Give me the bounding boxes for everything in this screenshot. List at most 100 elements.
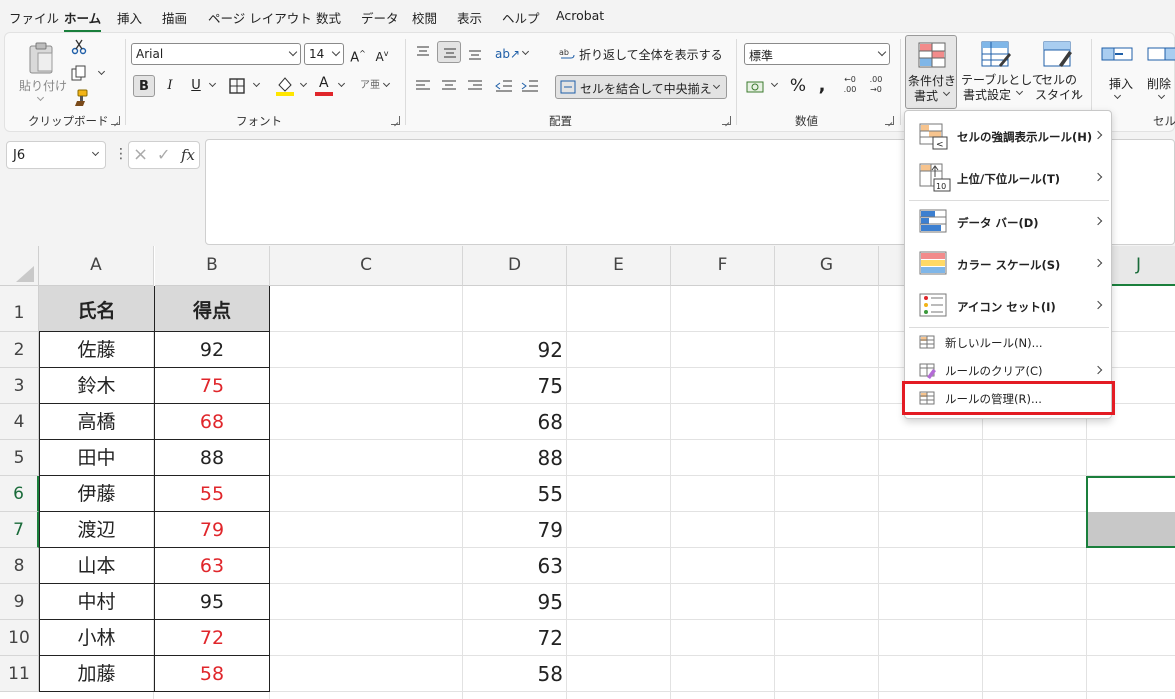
menu-item-icon-sets[interactable]: アイコン セット(I) — [905, 285, 1111, 327]
paste-button[interactable]: 貼り付け — [19, 39, 67, 109]
insert-cells-button[interactable]: 挿入 — [1099, 35, 1139, 109]
menu-item-data-bars[interactable]: データ バー(D) — [905, 201, 1111, 243]
cancel-icon[interactable]: × — [133, 144, 148, 165]
row-header[interactable]: 3 — [0, 368, 39, 404]
score-cell[interactable]: 63 — [155, 548, 270, 584]
name-cell[interactable]: 加藤 — [39, 656, 155, 692]
orientation-dropdown-icon[interactable] — [521, 47, 530, 56]
tab-review[interactable]: 校閲 — [412, 8, 437, 27]
number-launcher-icon[interactable] — [885, 116, 894, 125]
name-cell[interactable]: 渡辺 — [39, 512, 155, 548]
row-header[interactable]: 11 — [0, 656, 39, 692]
value-cell[interactable]: 63 — [463, 548, 563, 584]
increase-font-icon[interactable]: A^ — [347, 43, 369, 65]
row-header[interactable]: 2 — [0, 332, 39, 368]
tab-home[interactable]: ホーム — [64, 8, 102, 32]
score-cell[interactable]: 58 — [155, 656, 270, 692]
borders-dropdown-icon[interactable] — [252, 79, 261, 88]
conditional-formatting-button[interactable]: 条件付き 書式 — [905, 35, 957, 109]
decrease-font-icon[interactable]: Av — [371, 43, 393, 65]
decrease-decimal-icon[interactable]: .00 →0 — [865, 75, 887, 97]
row-header[interactable]: 7 — [0, 512, 39, 548]
comma-style-icon[interactable]: , — [811, 75, 833, 97]
column-header[interactable]: C — [270, 246, 463, 286]
italic-button[interactable]: I — [159, 75, 181, 97]
phonetic-icon[interactable]: ア亜 — [359, 75, 381, 97]
name-cell[interactable]: 小林 — [39, 620, 155, 656]
value-cell[interactable]: 75 — [463, 368, 563, 404]
fill-color-icon[interactable] — [275, 75, 295, 97]
tab-data[interactable]: データ — [361, 8, 399, 27]
borders-icon[interactable] — [229, 78, 245, 94]
align-right-icon[interactable] — [467, 79, 483, 93]
menu-item-highlight-rules[interactable]: < セルの強調表示ルール(H) — [905, 115, 1111, 157]
column-header[interactable]: G — [775, 246, 879, 286]
align-center-icon[interactable] — [441, 79, 457, 93]
menu-item-top-bottom-rules[interactable]: 10 上位/下位ルール(T) — [905, 157, 1111, 199]
row-header[interactable]: 5 — [0, 440, 39, 476]
name-cell[interactable]: 田中 — [39, 440, 155, 476]
font-size-select[interactable]: 14 — [304, 43, 344, 65]
orientation-icon[interactable]: ab↗ — [495, 43, 520, 65]
column-header[interactable]: D — [463, 246, 567, 286]
menu-item-color-scales[interactable]: カラー スケール(S) — [905, 243, 1111, 285]
row-header[interactable]: 4 — [0, 404, 39, 440]
font-launcher-icon[interactable] — [391, 116, 400, 125]
bold-button[interactable]: B — [133, 75, 155, 97]
name-cell[interactable]: 中村 — [39, 584, 155, 620]
font-name-select[interactable]: Arial — [131, 43, 301, 65]
name-cell[interactable]: 高橋 — [39, 404, 155, 440]
name-cell[interactable]: 山本 — [39, 548, 155, 584]
increase-decimal-icon[interactable]: ←0.00 — [839, 75, 861, 97]
score-cell[interactable]: 95 — [155, 584, 270, 620]
number-format-select[interactable]: 標準 — [744, 43, 890, 65]
score-cell[interactable]: 72 — [155, 620, 270, 656]
accounting-dropdown-icon[interactable] — [770, 79, 779, 88]
font-color-dropdown-icon[interactable] — [337, 79, 346, 88]
fill-color-dropdown-icon[interactable] — [299, 79, 308, 88]
column-header[interactable]: A — [39, 246, 154, 286]
underline-dropdown-icon[interactable] — [208, 79, 217, 88]
table-header-name[interactable]: 氏名 — [39, 286, 155, 332]
value-cell[interactable]: 72 — [463, 620, 563, 656]
value-cell[interactable]: 55 — [463, 476, 563, 512]
increase-indent-icon[interactable] — [521, 79, 539, 93]
name-box[interactable]: J6 — [6, 141, 106, 169]
cut-icon[interactable] — [71, 39, 87, 55]
percent-icon[interactable]: % — [787, 75, 809, 97]
tab-formulas[interactable]: 数式 — [316, 8, 341, 27]
enter-icon[interactable]: ✓ — [157, 145, 170, 164]
value-cell[interactable]: 58 — [463, 656, 563, 692]
score-cell[interactable]: 88 — [155, 440, 270, 476]
column-header[interactable]: E — [567, 246, 671, 286]
copy-icon[interactable] — [71, 65, 89, 81]
phonetic-dropdown-icon[interactable] — [382, 79, 391, 88]
score-cell[interactable]: 75 — [155, 368, 270, 404]
selected-cell[interactable] — [1086, 476, 1175, 548]
score-cell[interactable]: 79 — [155, 512, 270, 548]
align-bottom-icon[interactable] — [467, 47, 483, 61]
row-header[interactable]: 1 — [0, 286, 39, 332]
font-color-icon[interactable]: A — [315, 75, 333, 97]
insert-function-button[interactable]: fx — [181, 146, 195, 164]
alignment-launcher-icon[interactable] — [722, 116, 731, 125]
delete-cells-button[interactable]: 削除 — [1143, 35, 1175, 109]
format-painter-icon[interactable] — [71, 89, 89, 107]
wrap-text-button[interactable]: ab 折り返して全体を表示する — [559, 43, 723, 65]
value-cell[interactable]: 92 — [463, 332, 563, 368]
more-options-icon[interactable]: ⋮ — [114, 146, 128, 162]
select-all-button[interactable] — [0, 246, 39, 286]
align-top-icon[interactable] — [415, 45, 431, 59]
accounting-format-icon[interactable] — [746, 79, 768, 95]
column-header[interactable]: F — [671, 246, 775, 286]
table-header-score[interactable]: 得点 — [155, 286, 270, 332]
cell-styles-button[interactable]: セルの スタイル — [1031, 35, 1087, 109]
copy-dropdown-icon[interactable] — [97, 67, 106, 76]
value-cell[interactable]: 68 — [463, 404, 563, 440]
score-cell[interactable]: 92 — [155, 332, 270, 368]
value-cell[interactable]: 79 — [463, 512, 563, 548]
row-header[interactable]: 9 — [0, 584, 39, 620]
tab-draw[interactable]: 描画 — [162, 8, 187, 27]
merge-center-button[interactable]: セルを結合して中央揃え — [555, 75, 727, 99]
decrease-indent-icon[interactable] — [495, 79, 513, 93]
